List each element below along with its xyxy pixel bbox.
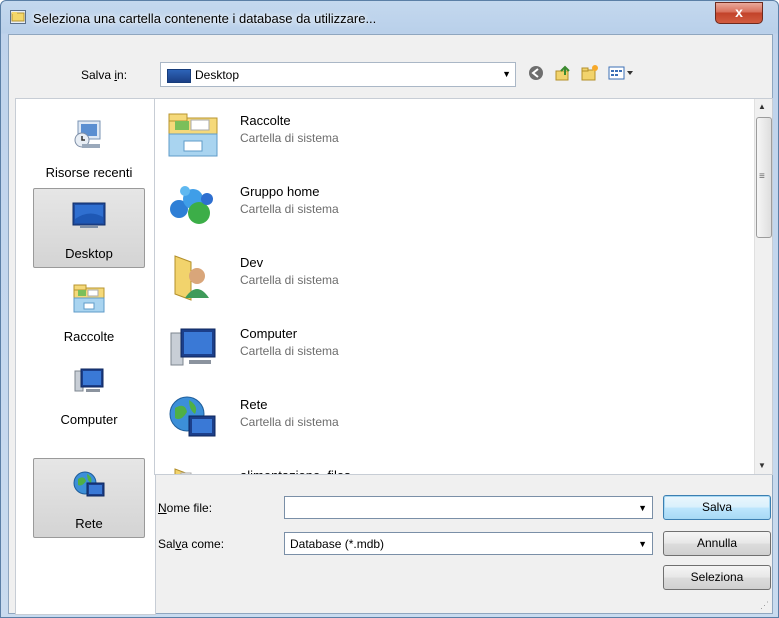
chevron-down-icon[interactable]: ▼	[638, 539, 647, 549]
new-folder-icon	[581, 65, 598, 81]
select-button[interactable]: Seleziona	[663, 565, 771, 590]
dialog-window: Seleziona una cartella contenente i data…	[0, 0, 779, 618]
chevron-down-icon: ▼	[502, 69, 511, 79]
save-as-type-value: Database (*.mdb)	[290, 537, 385, 551]
scroll-down-arrow-icon[interactable]: ▼	[758, 461, 766, 470]
save-button[interactable]: Salva	[663, 495, 771, 520]
file-item-libraries[interactable]: Raccolte Cartella di sistema	[161, 105, 721, 171]
save-as-type-dropdown[interactable]: Database (*.mdb) ▼	[284, 532, 653, 555]
back-button[interactable]	[525, 63, 547, 83]
network-icon	[73, 471, 105, 497]
place-network[interactable]: Rete	[33, 458, 145, 538]
up-folder-icon	[555, 65, 570, 81]
new-folder-button[interactable]	[579, 63, 601, 83]
dialog-client: Salva in: Desktop ▼ Risorse recenti Desk…	[8, 34, 773, 615]
close-button[interactable]: x	[715, 2, 763, 24]
desktop-icon	[72, 202, 106, 228]
resize-grip-icon[interactable]: ⋰	[760, 600, 769, 611]
libraries-folder-icon	[168, 113, 218, 157]
user-folder-icon	[174, 255, 209, 301]
file-name-combo[interactable]: ▼	[284, 496, 653, 519]
up-folder-button[interactable]	[552, 63, 574, 83]
libraries-icon	[73, 284, 105, 313]
file-item-folder[interactable]: alimentazione_files	[161, 460, 721, 474]
file-item-dev[interactable]: Dev Cartella di sistema	[161, 247, 721, 313]
place-recent[interactable]: Risorse recenti	[33, 107, 145, 187]
file-item-computer[interactable]: Computer Cartella di sistema	[161, 318, 721, 384]
vertical-scrollbar[interactable]: ▲ ≡ ▼	[754, 99, 772, 474]
places-bar: Risorse recenti Desktop Raccolte Compute…	[15, 98, 156, 615]
recent-places-icon	[74, 120, 101, 148]
computer-icon	[170, 328, 216, 366]
file-item-homegroup[interactable]: Gruppo home Cartella di sistema	[161, 176, 721, 242]
computer-icon	[74, 368, 104, 392]
save-in-label: Salva in:	[81, 68, 128, 82]
file-list[interactable]: Raccolte Cartella di sistema Gruppo home…	[154, 98, 773, 475]
grip-icon: ≡	[759, 171, 765, 182]
place-computer[interactable]: Computer	[33, 354, 145, 434]
place-desktop[interactable]: Desktop	[33, 188, 145, 268]
homegroup-icon	[170, 186, 213, 224]
back-icon	[529, 66, 543, 80]
views-menu-button[interactable]	[606, 63, 638, 83]
cancel-button[interactable]: Annulla	[663, 531, 771, 556]
title-bar[interactable]: Seleziona una cartella contenente i data…	[1, 1, 778, 35]
close-icon: x	[735, 4, 743, 20]
window-title: Seleziona una cartella contenente i data…	[33, 11, 377, 26]
views-menu-icon	[608, 66, 633, 80]
save-in-value: Desktop	[195, 68, 240, 82]
file-item-network[interactable]: Rete Cartella di sistema	[161, 389, 721, 455]
save-in-dropdown[interactable]: Desktop ▼	[160, 62, 516, 87]
chevron-down-icon[interactable]: ▼	[638, 503, 647, 513]
app-icon	[10, 10, 26, 24]
scroll-up-arrow-icon[interactable]: ▲	[758, 102, 766, 111]
desktop-icon	[167, 69, 191, 83]
save-as-type-label: Salva come:	[158, 537, 225, 551]
file-name-label: Nome file:	[158, 501, 213, 515]
folder-icon	[174, 468, 192, 474]
place-libraries[interactable]: Raccolte	[33, 271, 145, 351]
network-globe-icon	[169, 396, 216, 437]
